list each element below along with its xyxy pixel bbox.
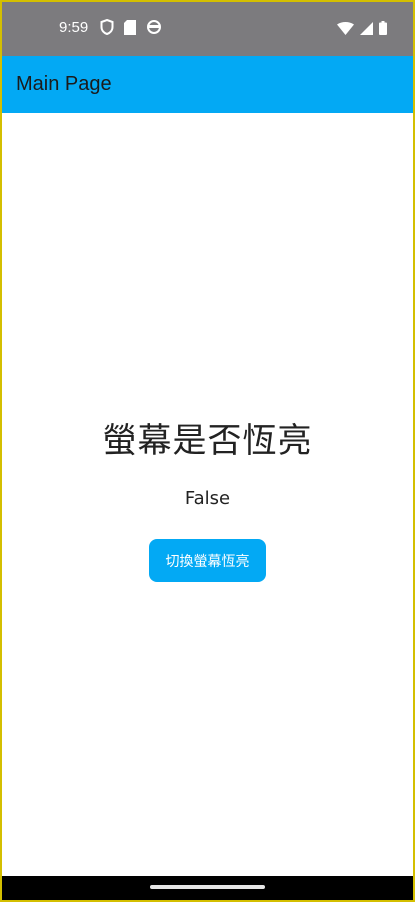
page-title: Main Page <box>16 73 112 95</box>
home-gesture-handle[interactable] <box>150 885 265 889</box>
main-content: 螢幕是否恆亮 False 切換螢幕恆亮 <box>2 113 413 879</box>
app-bar: Main Page <box>2 56 413 113</box>
screen-on-value: False <box>184 488 231 509</box>
shield-icon <box>100 18 114 39</box>
status-icons-left <box>100 18 162 39</box>
status-bar: 9:59 <box>2 2 413 56</box>
wifi-icon <box>337 20 354 39</box>
battery-icon <box>379 20 387 39</box>
screen-on-heading: 螢幕是否恆亮 <box>102 421 313 461</box>
status-icons-right <box>337 20 387 39</box>
navigation-bar <box>2 876 413 900</box>
toggle-screen-on-button[interactable]: 切換螢幕恆亮 <box>149 539 266 582</box>
sync-icon <box>146 19 162 39</box>
signal-icon <box>360 20 373 39</box>
phone-screen: 9:59 Main Page 螢幕是否恆亮 False 切換螢幕恆亮 <box>0 0 415 902</box>
sd-card-icon <box>124 19 136 39</box>
status-time: 9:59 <box>59 19 89 36</box>
